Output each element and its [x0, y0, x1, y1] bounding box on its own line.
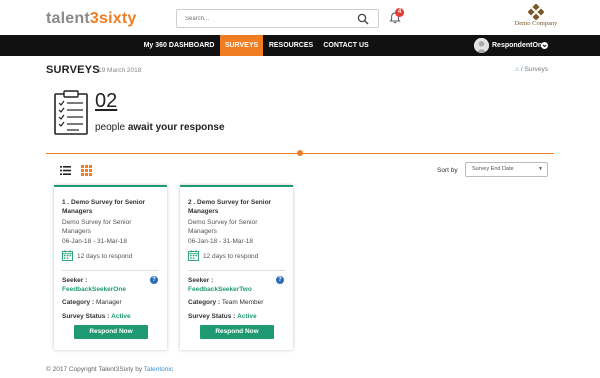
survey-dates: 06-Jan-18 - 31-Mar-18 [62, 238, 128, 245]
category-value: Team Member [221, 299, 264, 306]
footer-link[interactable]: Talentonic [144, 366, 173, 373]
status-label: Survey Status : [188, 313, 236, 320]
respond-now-button[interactable]: Respond Now [74, 325, 148, 339]
notifications-button[interactable]: 4 [388, 8, 404, 25]
chevron-down-icon: ▼ [538, 166, 543, 172]
survey-subtitle: Demo Survey for Senior Managers [62, 219, 132, 235]
copyright-text: © 2017 Copyright Talent3Sixty by [46, 366, 143, 373]
survey-checklist-icon [54, 90, 88, 135]
user-avatar-icon [474, 38, 489, 53]
sort-select[interactable]: Survey End Date ▼ [465, 162, 548, 177]
respond-now-button[interactable]: Respond Now [200, 325, 274, 339]
avatar [474, 38, 489, 53]
page-date: 19 March 2018 [98, 67, 142, 74]
nav-item-contact-us[interactable]: CONTACT US [320, 35, 372, 56]
await-prefix: people [95, 122, 126, 133]
survey-title[interactable]: 2 . Demo Survey for Senior Managers [188, 198, 288, 216]
nav-item-dashboard[interactable]: My 360 DASHBOARD [140, 35, 218, 56]
calendar-icon [62, 250, 73, 261]
chevron-down-icon[interactable] [541, 42, 548, 49]
search-box[interactable] [176, 9, 379, 28]
logo-text-accent: 3 [89, 10, 99, 27]
logo-text-tail: sixty [98, 10, 137, 27]
seeker-label: Seeker : [62, 277, 88, 284]
days-to-respond: 12 days to respond [77, 253, 133, 260]
user-name: RespondentOne [492, 42, 547, 49]
await-bold-text: await your response [127, 122, 225, 133]
main-nav: My 360 DASHBOARD SURVEYS RESOURCES CONTA… [0, 35, 600, 56]
breadcrumb-separator: / [520, 66, 523, 73]
sort-selected-value: Survey End Date [472, 166, 514, 172]
status-badge: Active [237, 313, 257, 320]
seeker-name: FeedbackSeekerTwo [188, 286, 252, 293]
app-logo[interactable]: talent3sixty [46, 10, 136, 28]
breadcrumb: ⌂ / Surveys [515, 66, 548, 73]
page-title: SURVEYS [46, 64, 100, 76]
survey-subtitle: Demo Survey for Senior Managers [188, 219, 258, 235]
grid-view-icon[interactable] [81, 165, 92, 176]
breadcrumb-current: Surveys [524, 66, 548, 73]
status-badge: Active [111, 313, 131, 320]
survey-card: 2 . Demo Survey for Senior Managers Demo… [180, 185, 293, 350]
nav-item-resources[interactable]: RESOURCES [266, 35, 316, 56]
days-to-respond: 12 days to respond [203, 253, 259, 260]
card-divider [62, 270, 159, 271]
card-divider [188, 270, 285, 271]
seeker-label: Seeker : [188, 277, 214, 284]
survey-title[interactable]: 1 . Demo Survey for Senior Managers [62, 198, 162, 216]
logo-text-main: talent [46, 10, 90, 27]
category-label: Category : [188, 299, 221, 306]
survey-card: 1 . Demo Survey for Senior Managers Demo… [54, 185, 167, 350]
company-name: Demo Company [514, 20, 558, 27]
category-label: Category : [62, 299, 95, 306]
survey-dates: 06-Jan-18 - 31-Mar-18 [188, 238, 254, 245]
home-icon[interactable]: ⌂ [515, 66, 519, 73]
help-icon[interactable]: ? [276, 276, 284, 284]
survey-status: Survey Status : Active [188, 313, 257, 320]
search-input[interactable] [177, 10, 347, 27]
calendar-icon [188, 250, 199, 261]
company-logo: Demo Company [508, 4, 564, 27]
divider-dot [297, 150, 303, 156]
sort-label: Sort by [437, 167, 458, 174]
list-view-icon[interactable] [60, 166, 71, 175]
help-icon[interactable]: ? [150, 276, 158, 284]
pending-count: 02 [95, 90, 118, 112]
status-label: Survey Status : [62, 313, 110, 320]
await-message: people await your response [95, 122, 225, 133]
top-header: talent3sixty 4 Demo Company [0, 0, 600, 35]
notification-badge: 4 [395, 8, 404, 17]
category-value: Manager [95, 299, 122, 306]
category: Category : Manager [62, 299, 122, 306]
company-diamond-icon [528, 4, 544, 20]
search-icon[interactable] [357, 13, 369, 25]
survey-status: Survey Status : Active [62, 313, 131, 320]
category: Category : Team Member [188, 299, 263, 306]
footer: © 2017 Copyright Talent3Sixty by Talento… [46, 366, 173, 373]
seeker-name: FeedbackSeekerOne [62, 286, 126, 293]
nav-item-surveys[interactable]: SURVEYS [220, 35, 263, 56]
